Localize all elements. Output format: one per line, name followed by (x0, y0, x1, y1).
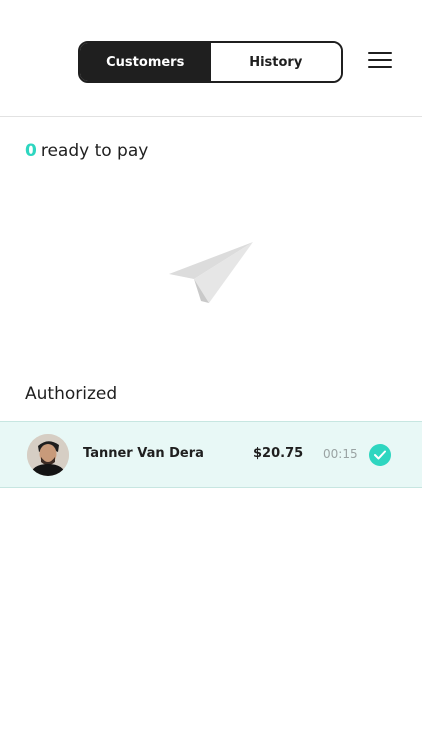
tab-customers[interactable]: Customers (80, 43, 211, 81)
paper-plane-icon (169, 242, 253, 303)
top-header: Customers History (0, 0, 422, 117)
elapsed-time: 00:15 (323, 447, 358, 461)
tab-history[interactable]: History (210, 43, 341, 81)
ready-count: 0 (25, 141, 37, 161)
authorized-section-title: Authorized (25, 384, 118, 404)
check-circle-icon (369, 444, 391, 466)
ready-to-pay-heading: 0 ready to pay (25, 141, 148, 161)
payment-amount: $20.75 (253, 446, 304, 461)
list-item[interactable]: Tanner Van Dera $20.75 00:15 (0, 421, 422, 488)
hamburger-menu-icon[interactable] (368, 52, 392, 72)
customer-name: Tanner Van Dera (83, 446, 204, 461)
ready-label: ready to pay (40, 141, 149, 161)
view-switcher: Customers History (78, 41, 343, 83)
avatar (27, 434, 69, 476)
